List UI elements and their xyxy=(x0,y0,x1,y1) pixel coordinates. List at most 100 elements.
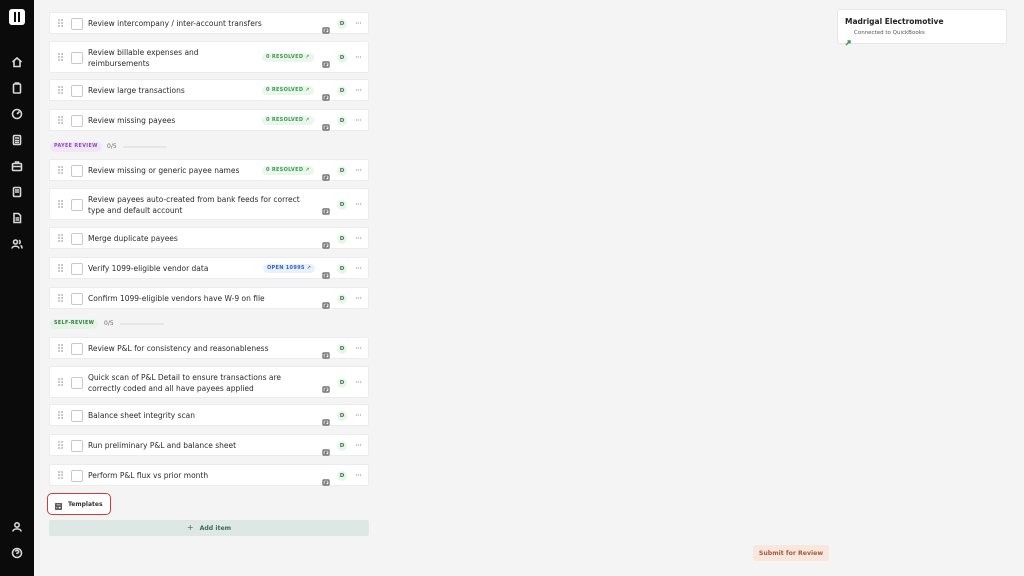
task-row[interactable]: Review missing payees 0 RESOLVED ↗ D ··· xyxy=(49,109,369,131)
assignee-avatar[interactable]: D xyxy=(337,471,347,481)
users-icon[interactable] xyxy=(10,237,24,251)
more-options-icon[interactable]: ··· xyxy=(355,412,363,420)
drag-handle-icon[interactable] xyxy=(58,411,64,420)
section-header-payee-review[interactable]: PAYEE REVIEW 0/5 xyxy=(49,141,369,153)
task-checkbox[interactable] xyxy=(71,293,83,305)
task-checkbox[interactable] xyxy=(71,115,83,127)
assignee-avatar[interactable]: D xyxy=(337,116,347,126)
help-icon[interactable] xyxy=(10,546,24,560)
assignee-avatar[interactable]: D xyxy=(337,200,347,210)
user-icon[interactable] xyxy=(10,520,24,534)
task-row[interactable]: Merge duplicate payees D ··· xyxy=(49,227,369,249)
more-options-icon[interactable]: ··· xyxy=(355,235,363,243)
task-row[interactable]: Balance sheet integrity scan D ··· xyxy=(49,404,369,426)
document-icon[interactable] xyxy=(10,211,24,225)
task-row[interactable]: Verify 1099-eligible vendor data OPEN 10… xyxy=(49,257,369,279)
comment-icon[interactable] xyxy=(322,87,330,101)
task-row[interactable]: Perform P&L flux vs prior month D ··· xyxy=(49,464,369,486)
task-checkbox[interactable] xyxy=(71,18,83,30)
drag-handle-icon[interactable] xyxy=(58,19,64,28)
task-checkbox[interactable] xyxy=(71,263,83,275)
assignee-avatar[interactable]: D xyxy=(337,441,347,451)
comment-icon[interactable] xyxy=(322,54,330,68)
comment-icon[interactable] xyxy=(322,265,330,279)
comment-icon[interactable] xyxy=(322,295,330,309)
task-checkbox[interactable] xyxy=(71,440,83,452)
comment-icon[interactable] xyxy=(322,345,330,359)
more-options-icon[interactable]: ··· xyxy=(355,295,363,303)
drag-handle-icon[interactable] xyxy=(58,53,64,62)
assignee-avatar[interactable]: D xyxy=(337,166,347,176)
task-row[interactable]: Confirm 1099-eligible vendors have W-9 o… xyxy=(49,287,369,309)
task-row[interactable]: Run preliminary P&L and balance sheet D … xyxy=(49,434,369,456)
more-options-icon[interactable]: ··· xyxy=(355,167,363,175)
assignee-avatar[interactable]: D xyxy=(337,86,347,96)
task-checkbox[interactable] xyxy=(71,410,83,422)
comment-icon[interactable] xyxy=(322,442,330,456)
comment-icon[interactable] xyxy=(322,472,330,486)
comment-icon[interactable] xyxy=(322,201,330,215)
resolved-badge[interactable]: 0 RESOLVED ↗ xyxy=(262,86,314,95)
assignee-avatar[interactable]: D xyxy=(337,411,347,421)
task-row[interactable]: Review missing or generic payee names 0 … xyxy=(49,159,369,181)
assignee-avatar[interactable]: D xyxy=(337,264,347,274)
home-icon[interactable] xyxy=(10,55,24,69)
more-options-icon[interactable]: ··· xyxy=(355,345,363,353)
task-checkbox[interactable] xyxy=(71,52,83,64)
task-checkbox[interactable] xyxy=(71,343,83,355)
more-options-icon[interactable]: ··· xyxy=(355,54,363,62)
drag-handle-icon[interactable] xyxy=(58,441,64,450)
drag-handle-icon[interactable] xyxy=(58,166,64,175)
more-options-icon[interactable]: ··· xyxy=(355,265,363,273)
drag-handle-icon[interactable] xyxy=(58,294,64,303)
calculator-icon[interactable] xyxy=(10,133,24,147)
task-checkbox[interactable] xyxy=(71,233,83,245)
task-row[interactable]: Review P&L for consistency and reasonabl… xyxy=(49,337,369,359)
gauge-icon[interactable] xyxy=(10,107,24,121)
briefcase-icon[interactable] xyxy=(10,159,24,173)
task-row[interactable]: Review large transactions 0 RESOLVED ↗ D … xyxy=(49,79,369,101)
app-logo[interactable] xyxy=(9,9,25,25)
comment-icon[interactable] xyxy=(322,117,330,131)
task-row[interactable]: Review payees auto-created from bank fee… xyxy=(49,188,369,220)
ledger-icon[interactable] xyxy=(10,185,24,199)
drag-handle-icon[interactable] xyxy=(58,86,64,95)
drag-handle-icon[interactable] xyxy=(58,378,64,387)
more-options-icon[interactable]: ··· xyxy=(355,472,363,480)
comment-icon[interactable] xyxy=(322,412,330,426)
drag-handle-icon[interactable] xyxy=(58,234,64,243)
task-row[interactable]: Review intercompany / inter-account tran… xyxy=(49,12,369,34)
drag-handle-icon[interactable] xyxy=(58,116,64,125)
more-options-icon[interactable]: ··· xyxy=(355,379,363,387)
assignee-avatar[interactable]: D xyxy=(337,378,347,388)
assignee-avatar[interactable]: D xyxy=(337,344,347,354)
company-card[interactable]: Madrigal Electromotive Connected to Quic… xyxy=(837,9,1007,46)
section-header-self-review[interactable]: SELF-REVIEW 0/5 xyxy=(49,318,369,330)
comment-icon[interactable] xyxy=(322,20,330,34)
more-options-icon[interactable]: ··· xyxy=(355,117,363,125)
comment-icon[interactable] xyxy=(322,167,330,181)
comment-icon[interactable] xyxy=(322,235,330,249)
more-options-icon[interactable]: ··· xyxy=(355,20,363,28)
submit-for-review-button[interactable]: Submit for Review xyxy=(753,545,829,561)
more-options-icon[interactable]: ··· xyxy=(355,201,363,209)
task-checkbox[interactable] xyxy=(71,199,83,211)
task-checkbox[interactable] xyxy=(71,165,83,177)
assignee-avatar[interactable]: D xyxy=(337,234,347,244)
assignee-avatar[interactable]: D xyxy=(337,19,347,29)
drag-handle-icon[interactable] xyxy=(58,264,64,273)
open-1099s-badge[interactable]: OPEN 1099S ↗ xyxy=(263,264,316,273)
add-item-button[interactable]: + Add item xyxy=(49,520,369,536)
task-row[interactable]: Review billable expenses and reimburseme… xyxy=(49,41,369,73)
drag-handle-icon[interactable] xyxy=(58,200,64,209)
task-checkbox[interactable] xyxy=(71,470,83,482)
resolved-badge[interactable]: 0 RESOLVED ↗ xyxy=(262,116,314,125)
assignee-avatar[interactable]: D xyxy=(337,294,347,304)
drag-handle-icon[interactable] xyxy=(58,344,64,353)
task-checkbox[interactable] xyxy=(71,85,83,97)
drag-handle-icon[interactable] xyxy=(58,471,64,480)
assignee-avatar[interactable]: D xyxy=(337,53,347,63)
resolved-badge[interactable]: 0 RESOLVED ↗ xyxy=(262,166,314,175)
clipboard-icon[interactable] xyxy=(10,81,24,95)
templates-button[interactable]: Templates xyxy=(47,493,111,515)
